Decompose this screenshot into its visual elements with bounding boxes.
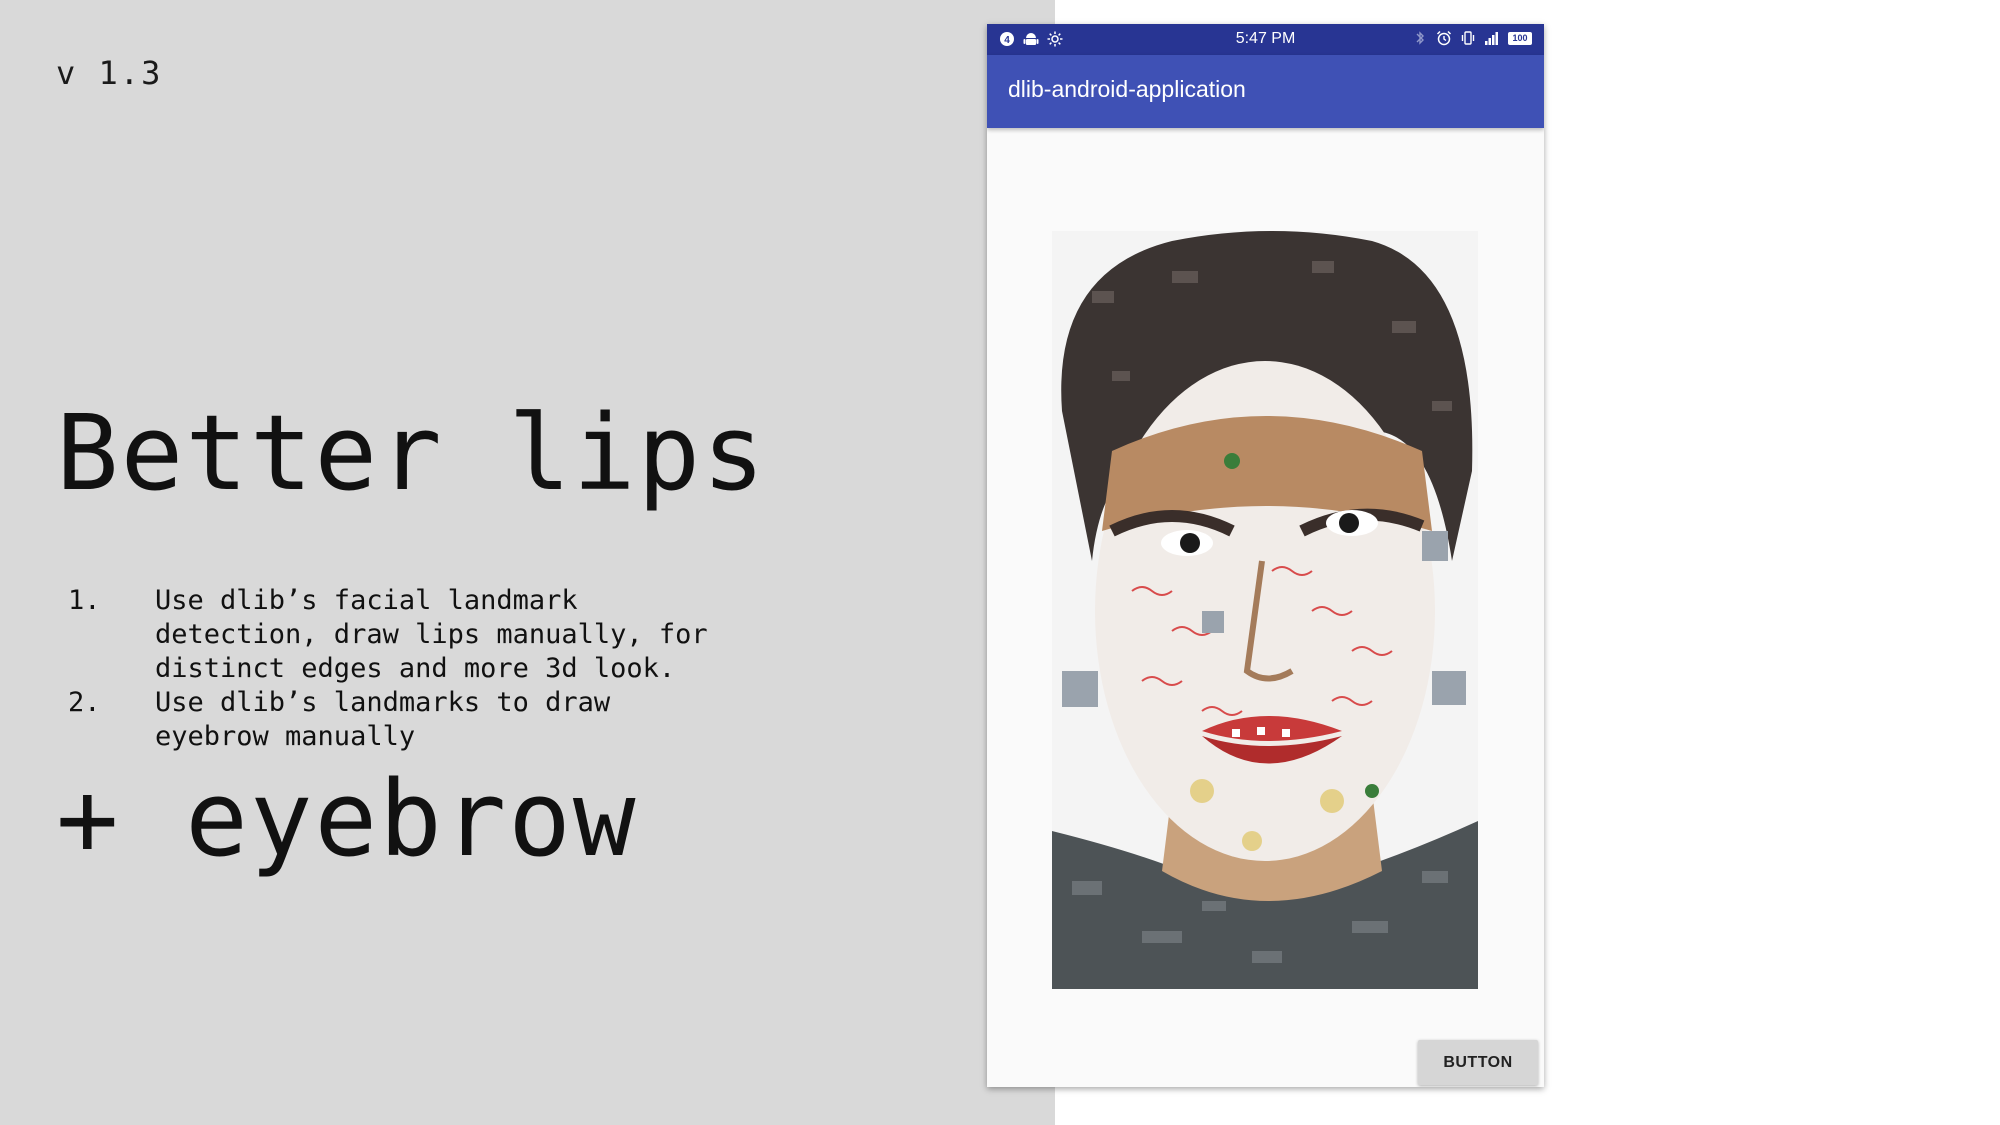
status-bar: 4 5:47 PM 100 bbox=[987, 24, 1544, 55]
list-item: 2. Use dlib’s landmarks to draw eyebrow … bbox=[68, 686, 708, 754]
face-mosaic-image bbox=[1052, 231, 1478, 989]
step-text: Use dlib’s landmarks to draw eyebrow man… bbox=[155, 687, 611, 752]
bluetooth-icon bbox=[1416, 31, 1424, 45]
step-number: 2. bbox=[68, 687, 101, 718]
vibrate-icon bbox=[1461, 31, 1475, 45]
title-line-1: Better lips bbox=[56, 392, 767, 514]
title-line-2: + eyebrow bbox=[56, 758, 638, 880]
step-number: 1. bbox=[68, 585, 101, 616]
battery-icon: 100 bbox=[1508, 31, 1532, 45]
alarm-icon bbox=[1436, 30, 1452, 46]
signal-icon bbox=[1485, 32, 1498, 45]
slide-panel: v 1.3 Better lips + eyebrow 1. Use dlib’… bbox=[0, 0, 1055, 1125]
step-text: Use dlib’s facial landmark detection, dr… bbox=[155, 585, 708, 684]
phone-screenshot: 4 5:47 PM 100 dlib-android-application B… bbox=[987, 24, 1544, 1087]
app-title: dlib-android-application bbox=[1008, 76, 1246, 102]
list-item: 1. Use dlib’s facial landmark detection,… bbox=[68, 584, 708, 686]
app-button[interactable]: BUTTON bbox=[1418, 1040, 1538, 1085]
status-right-icons: 100 bbox=[1412, 30, 1532, 46]
version-label: v 1.3 bbox=[56, 54, 163, 92]
steps-list: 1. Use dlib’s facial landmark detection,… bbox=[68, 584, 708, 754]
app-bar: dlib-android-application bbox=[987, 55, 1544, 128]
